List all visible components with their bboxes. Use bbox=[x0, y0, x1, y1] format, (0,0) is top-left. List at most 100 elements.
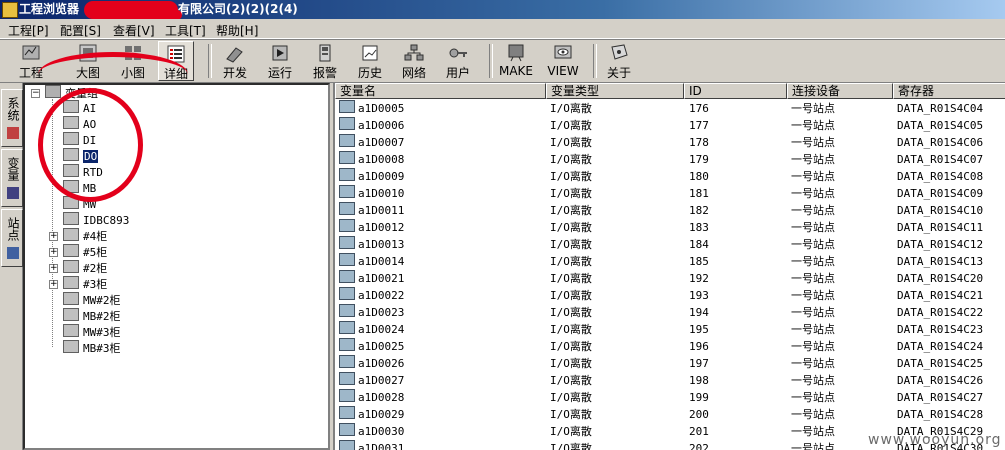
tree-item-cabinet-5[interactable]: #5柜 bbox=[63, 244, 107, 260]
variable-icon bbox=[339, 423, 355, 436]
toolbar-view-button[interactable]: VIEW bbox=[545, 41, 581, 79]
toolbar-small-button[interactable]: 小图 bbox=[117, 41, 149, 80]
tree-item-mb-3[interactable]: MB#3柜 bbox=[63, 340, 121, 356]
tree-item-cabinet-3[interactable]: #3柜 bbox=[63, 276, 107, 292]
table-row[interactable]: a1D0029 I/O离散 200 一号站点 DATA_R01S4C28 bbox=[335, 406, 1005, 423]
menu-view[interactable]: 查看[V] bbox=[113, 22, 155, 39]
table-row[interactable]: a1D0023 I/O离散 194 一号站点 DATA_R01S4C22 bbox=[335, 304, 1005, 321]
tree-expand-toggle[interactable]: + bbox=[49, 232, 58, 241]
tree-root-label: 变量组 bbox=[65, 87, 98, 100]
side-tab-station[interactable]: 站点 bbox=[1, 209, 23, 267]
tree-item-mw-2[interactable]: MW#2柜 bbox=[63, 292, 121, 308]
cell-type: I/O离散 bbox=[550, 136, 592, 149]
table-row[interactable]: a1D0021 I/O离散 192 一号站点 DATA_R01S4C20 bbox=[335, 270, 1005, 287]
tree-item-cabinet-2[interactable]: #2柜 bbox=[63, 260, 107, 276]
tree-item-ai[interactable]: AI bbox=[63, 100, 96, 116]
title-bar: 工程浏览器 有限公司(2)(2)(2(4) bbox=[0, 0, 1005, 20]
cell-register: DATA_R01S4C09 bbox=[897, 187, 984, 200]
window-title-suffix: 有限公司(2)(2)(2(4) bbox=[178, 2, 298, 16]
table-row[interactable]: a1D0012 I/O离散 183 一号站点 DATA_R01S4C11 bbox=[335, 219, 1005, 236]
toolbar-make-button[interactable]: MAKE bbox=[498, 41, 534, 79]
tree-expand-toggle[interactable]: + bbox=[49, 264, 58, 273]
folder-icon bbox=[63, 148, 79, 161]
cell-device: 一号站点 bbox=[791, 153, 835, 166]
toolbar-large-button[interactable]: 大图 bbox=[72, 41, 104, 80]
tree-item-do-selected[interactable]: DO bbox=[63, 148, 99, 164]
cell-device: 一号站点 bbox=[791, 340, 835, 353]
toolbar-about-button[interactable]: 关于 bbox=[602, 41, 636, 80]
tree-item-mw-3[interactable]: MW#3柜 bbox=[63, 324, 121, 340]
tree-item-mw[interactable]: MW bbox=[63, 196, 96, 212]
variable-group-tree: − 变量组 AI AO DI DO RTD MB MW IDBC893 + #4… bbox=[23, 83, 330, 450]
cell-id: 198 bbox=[689, 374, 709, 387]
menu-bar: 工程[P] 配置[S] 查看[V] 工具[T] 帮助[H] bbox=[0, 19, 1005, 39]
tree-item-rtd[interactable]: RTD bbox=[63, 164, 103, 180]
toolbar-user-button[interactable]: 用户 bbox=[442, 41, 474, 80]
cell-type: I/O离散 bbox=[550, 272, 592, 285]
table-row[interactable]: a1D0011 I/O离散 182 一号站点 DATA_R01S4C10 bbox=[335, 202, 1005, 219]
cell-name: a1D0030 bbox=[339, 423, 404, 440]
column-header-device[interactable]: 连接设备 bbox=[787, 83, 893, 99]
menu-help[interactable]: 帮助[H] bbox=[216, 22, 258, 39]
table-row[interactable]: a1D0007 I/O离散 178 一号站点 DATA_R01S4C06 bbox=[335, 134, 1005, 151]
table-row[interactable]: a1D0013 I/O离散 184 一号站点 DATA_R01S4C12 bbox=[335, 236, 1005, 253]
table-row[interactable]: a1D0009 I/O离散 180 一号站点 DATA_R01S4C08 bbox=[335, 168, 1005, 185]
table-row[interactable]: a1D0008 I/O离散 179 一号站点 DATA_R01S4C07 bbox=[335, 151, 1005, 168]
toolbar-separator-3 bbox=[593, 44, 597, 78]
toolbar-project-button[interactable]: 工程 bbox=[14, 41, 48, 80]
menu-tools[interactable]: 工具[T] bbox=[165, 22, 206, 39]
menu-project[interactable]: 工程[P] bbox=[8, 22, 49, 39]
column-header-type[interactable]: 变量类型 bbox=[546, 83, 684, 99]
tree-item-mb-2[interactable]: MB#2柜 bbox=[63, 308, 121, 324]
tree-root-collapse-toggle[interactable]: − bbox=[31, 89, 40, 98]
cell-register: DATA_R01S4C10 bbox=[897, 204, 984, 217]
side-tab-variable[interactable]: 变量 bbox=[1, 149, 23, 207]
table-row[interactable]: a1D0025 I/O离散 196 一号站点 DATA_R01S4C24 bbox=[335, 338, 1005, 355]
side-tab-system[interactable]: 系统 bbox=[1, 89, 23, 147]
cell-id: 177 bbox=[689, 119, 709, 132]
cell-register: DATA_R01S4C05 bbox=[897, 119, 984, 132]
table-row[interactable]: a1D0024 I/O离散 195 一号站点 DATA_R01S4C23 bbox=[335, 321, 1005, 338]
variable-icon bbox=[339, 355, 355, 368]
column-header-name[interactable]: 变量名 bbox=[335, 83, 546, 99]
variable-icon bbox=[339, 389, 355, 402]
small-icon bbox=[125, 46, 141, 60]
table-row[interactable]: a1D0010 I/O离散 181 一号站点 DATA_R01S4C09 bbox=[335, 185, 1005, 202]
tree-expand-toggle[interactable]: + bbox=[49, 248, 58, 257]
cell-id: 183 bbox=[689, 221, 709, 234]
toolbar-alarm-button[interactable]: 报警 bbox=[309, 41, 341, 80]
toolbar-develop-button[interactable]: 开发 bbox=[219, 41, 251, 80]
tree-item-idbc893[interactable]: IDBC893 bbox=[63, 212, 129, 228]
variable-icon bbox=[339, 185, 355, 198]
network-icon bbox=[404, 44, 424, 61]
table-row[interactable]: a1D0026 I/O离散 197 一号站点 DATA_R01S4C25 bbox=[335, 355, 1005, 372]
cell-device: 一号站点 bbox=[791, 170, 835, 183]
run-icon bbox=[272, 45, 288, 61]
folder-icon bbox=[63, 340, 79, 353]
tree-item-ao[interactable]: AO bbox=[63, 116, 96, 132]
tree-expand-toggle[interactable]: + bbox=[49, 280, 58, 289]
table-row[interactable]: a1D0028 I/O离散 199 一号站点 DATA_R01S4C27 bbox=[335, 389, 1005, 406]
cell-type: I/O离散 bbox=[550, 306, 592, 319]
variable-icon bbox=[339, 270, 355, 283]
table-row[interactable]: a1D0006 I/O离散 177 一号站点 DATA_R01S4C05 bbox=[335, 117, 1005, 134]
table-row[interactable]: a1D0027 I/O离散 198 一号站点 DATA_R01S4C26 bbox=[335, 372, 1005, 389]
cell-type: I/O离散 bbox=[550, 221, 592, 234]
toolbar-detail-button[interactable]: 详细 bbox=[158, 41, 194, 81]
cell-device: 一号站点 bbox=[791, 136, 835, 149]
column-header-id[interactable]: ID bbox=[684, 83, 787, 99]
column-header-register[interactable]: 寄存器 bbox=[893, 83, 1005, 99]
table-row[interactable]: a1D0005 I/O离散 176 一号站点 DATA_R01S4C04 bbox=[335, 100, 1005, 117]
tree-item-cabinet-4[interactable]: #4柜 bbox=[63, 228, 107, 244]
toolbar-network-button[interactable]: 网络 bbox=[398, 41, 430, 80]
folder-icon bbox=[63, 180, 79, 193]
cell-device: 一号站点 bbox=[791, 289, 835, 302]
variable-icon bbox=[339, 372, 355, 385]
table-row[interactable]: a1D0022 I/O离散 193 一号站点 DATA_R01S4C21 bbox=[335, 287, 1005, 304]
tree-item-mb[interactable]: MB bbox=[63, 180, 96, 196]
toolbar-history-button[interactable]: 历史 bbox=[354, 41, 386, 80]
toolbar-run-button[interactable]: 运行 bbox=[264, 41, 296, 80]
menu-config[interactable]: 配置[S] bbox=[60, 22, 101, 39]
tree-item-di[interactable]: DI bbox=[63, 132, 96, 148]
table-row[interactable]: a1D0014 I/O离散 185 一号站点 DATA_R01S4C13 bbox=[335, 253, 1005, 270]
